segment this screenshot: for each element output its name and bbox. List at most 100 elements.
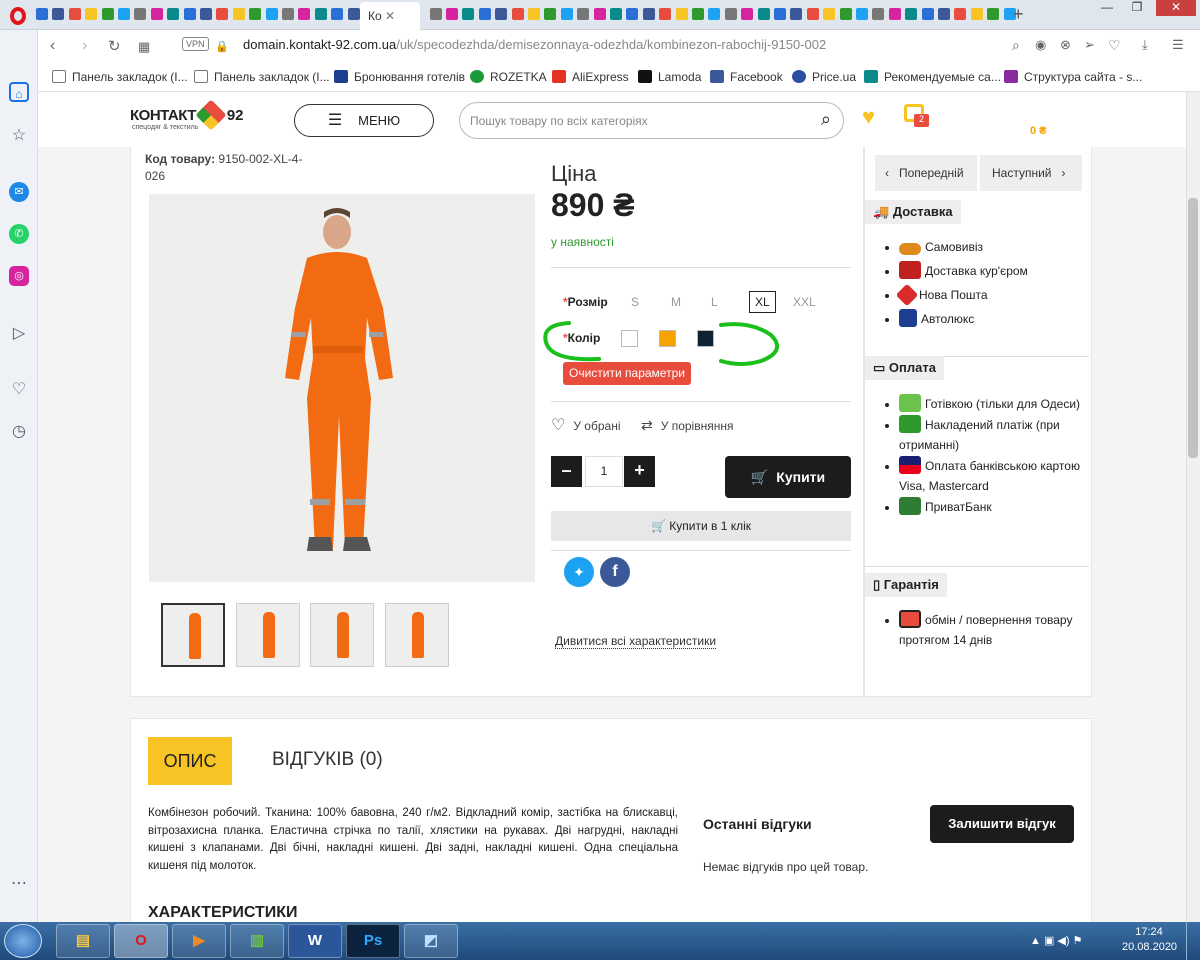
size-option[interactable]: M (671, 295, 681, 309)
tab-favicon-icon[interactable] (724, 8, 737, 20)
tab-reviews[interactable]: ВІДГУКІВ (0) (272, 749, 383, 771)
back-icon[interactable]: ‹ (50, 37, 55, 55)
whatsapp-icon[interactable]: ✆ (9, 224, 29, 244)
tab-favicon-icon[interactable] (495, 8, 508, 20)
tab-favicon-icon[interactable] (167, 8, 180, 20)
bookmark-item[interactable]: AliExpress (552, 70, 629, 84)
size-option[interactable]: S (631, 295, 639, 309)
tab-favicon-icon[interactable] (216, 8, 229, 20)
active-tab[interactable]: Ко ✕ (360, 2, 420, 30)
send-icon[interactable]: ➢ (1084, 37, 1095, 53)
tab-favicon-icon[interactable] (314, 8, 327, 20)
bookmark-item[interactable]: Facebook (710, 70, 783, 84)
download-icon[interactable]: ⤓ (1142, 37, 1148, 53)
tab-favicon-icon[interactable] (905, 8, 918, 20)
close-window-icon[interactable]: ✕ (1156, 0, 1196, 16)
heart-bookmark-icon[interactable]: ♡ (1108, 37, 1121, 54)
search-icon[interactable]: ⌕ (821, 109, 831, 130)
tab-favicon-icon[interactable] (938, 8, 950, 20)
tab-favicon-icon[interactable] (774, 8, 786, 20)
minimize-icon[interactable]: — (1094, 0, 1120, 16)
tab-favicon-icon[interactable] (577, 8, 590, 20)
tab-favicon-icon[interactable] (626, 8, 639, 20)
tab-favicon-icon[interactable] (200, 8, 212, 20)
bookmark-item[interactable]: ROZETKA (470, 70, 547, 84)
word-taskbar-icon[interactable]: W (288, 924, 342, 958)
menu-icon[interactable]: ☰ (1172, 37, 1184, 53)
forward-icon[interactable]: › (82, 37, 87, 55)
clock[interactable]: 17:24 20.08.2020 (1122, 926, 1177, 953)
reload-icon[interactable]: ↻ (108, 37, 121, 55)
qty-input[interactable]: 1 (585, 456, 623, 487)
next-button[interactable]: Наступний › (980, 155, 1082, 191)
tab-favicon-icon[interactable] (134, 8, 147, 20)
media-player-taskbar-icon[interactable]: ▶ (172, 924, 226, 958)
wishlist-link[interactable]: ♡ У обрані (551, 415, 621, 435)
tab-favicon-icon[interactable] (757, 8, 770, 20)
messenger-icon[interactable]: ✉ (9, 182, 29, 202)
tab-favicon-icon[interactable] (921, 8, 934, 20)
tab-favicon-icon[interactable] (790, 8, 803, 20)
tab-favicon-icon[interactable] (52, 8, 65, 20)
instagram-icon[interactable]: ◎ (9, 266, 29, 286)
qty-plus-button[interactable]: + (624, 456, 655, 487)
tab-favicon-icon[interactable] (183, 8, 196, 20)
tab-favicon-icon[interactable] (544, 8, 557, 20)
bookmark-item[interactable]: Lamoda (638, 70, 701, 84)
opera-taskbar-icon[interactable]: O (114, 924, 168, 958)
tab-favicon-icon[interactable] (249, 8, 262, 20)
bookmark-item[interactable]: Панель закладок (I... (194, 70, 330, 84)
tab-favicon-icon[interactable] (823, 8, 836, 20)
product-image[interactable] (149, 194, 535, 582)
tab-favicon-icon[interactable] (593, 8, 606, 20)
compare-link[interactable]: ⇄ У порівняння (641, 417, 733, 434)
tab-favicon-icon[interactable] (692, 8, 704, 20)
bookmark-item[interactable]: Price.ua (792, 70, 856, 84)
tab-favicon-icon[interactable] (331, 8, 344, 20)
tab-favicon-icon[interactable] (85, 8, 98, 20)
size-option[interactable]: L (711, 295, 718, 309)
all-specs-link[interactable]: Дивитися всі характеристики (555, 634, 717, 649)
menu-button[interactable]: ☰ МЕНЮ (294, 104, 434, 137)
url-field[interactable]: domain.kontakt-92.com.ua/uk/specodezhda/… (243, 37, 826, 52)
search-icon[interactable]: ⌕ (1012, 37, 1020, 54)
tab-favicon-icon[interactable] (462, 8, 475, 20)
tab-favicon-icon[interactable] (856, 8, 868, 20)
tab-favicon-icon[interactable] (101, 8, 114, 20)
clear-params-button[interactable]: Очистити параметри (563, 362, 691, 385)
product-thumbnail[interactable] (385, 603, 449, 667)
tab-favicon-icon[interactable] (446, 8, 458, 20)
show-desktop-button[interactable] (1186, 922, 1200, 960)
twitter-share-icon[interactable]: ✦ (564, 557, 594, 587)
tab-favicon-icon[interactable] (528, 8, 540, 20)
wishlist-heart-icon[interactable]: ♥ (862, 104, 875, 130)
new-tab-icon[interactable]: + (1013, 4, 1024, 25)
tab-favicon-icon[interactable] (511, 8, 524, 20)
speed-dial-icon[interactable]: ▦ (138, 39, 150, 55)
tab-close-icon[interactable]: ✕ (385, 9, 395, 23)
start-button[interactable] (4, 924, 42, 958)
tab-favicon-icon[interactable] (150, 8, 163, 20)
block-icon[interactable]: ⊗ (1060, 37, 1071, 53)
one-click-button[interactable]: 🛒 Купити в 1 клік (551, 511, 851, 541)
tab-favicon-icon[interactable] (560, 8, 573, 20)
tab-favicon-icon[interactable] (232, 8, 245, 20)
leave-review-button[interactable]: Залишити відгук (930, 805, 1074, 843)
tab-favicon-icon[interactable] (970, 8, 983, 20)
camera-icon[interactable]: ◉ (1035, 37, 1046, 53)
tab-favicon-icon[interactable] (642, 8, 655, 20)
tab-favicon-icon[interactable] (429, 8, 442, 20)
tray-icons[interactable]: ▲ ▣ ◀) ⚑ (1030, 934, 1082, 947)
tab-favicon-icon[interactable] (36, 8, 48, 20)
bookmark-item[interactable]: Бронювання готелів (334, 70, 465, 84)
star-icon[interactable]: ☆ (9, 126, 29, 146)
tab-favicon-icon[interactable] (265, 8, 278, 20)
tab-favicon-icon[interactable] (806, 8, 819, 20)
tab-favicon-icon[interactable] (708, 8, 721, 20)
heart-icon[interactable]: ♡ (9, 380, 29, 400)
bookmark-item[interactable]: Рекомендуемые са... (864, 70, 1001, 84)
scrollbar-thumb[interactable] (1188, 198, 1198, 458)
notepad-taskbar-icon[interactable]: ◩ (404, 924, 458, 958)
vpn-badge[interactable]: VPN (182, 37, 209, 51)
tab-favicon-icon[interactable] (347, 8, 360, 20)
